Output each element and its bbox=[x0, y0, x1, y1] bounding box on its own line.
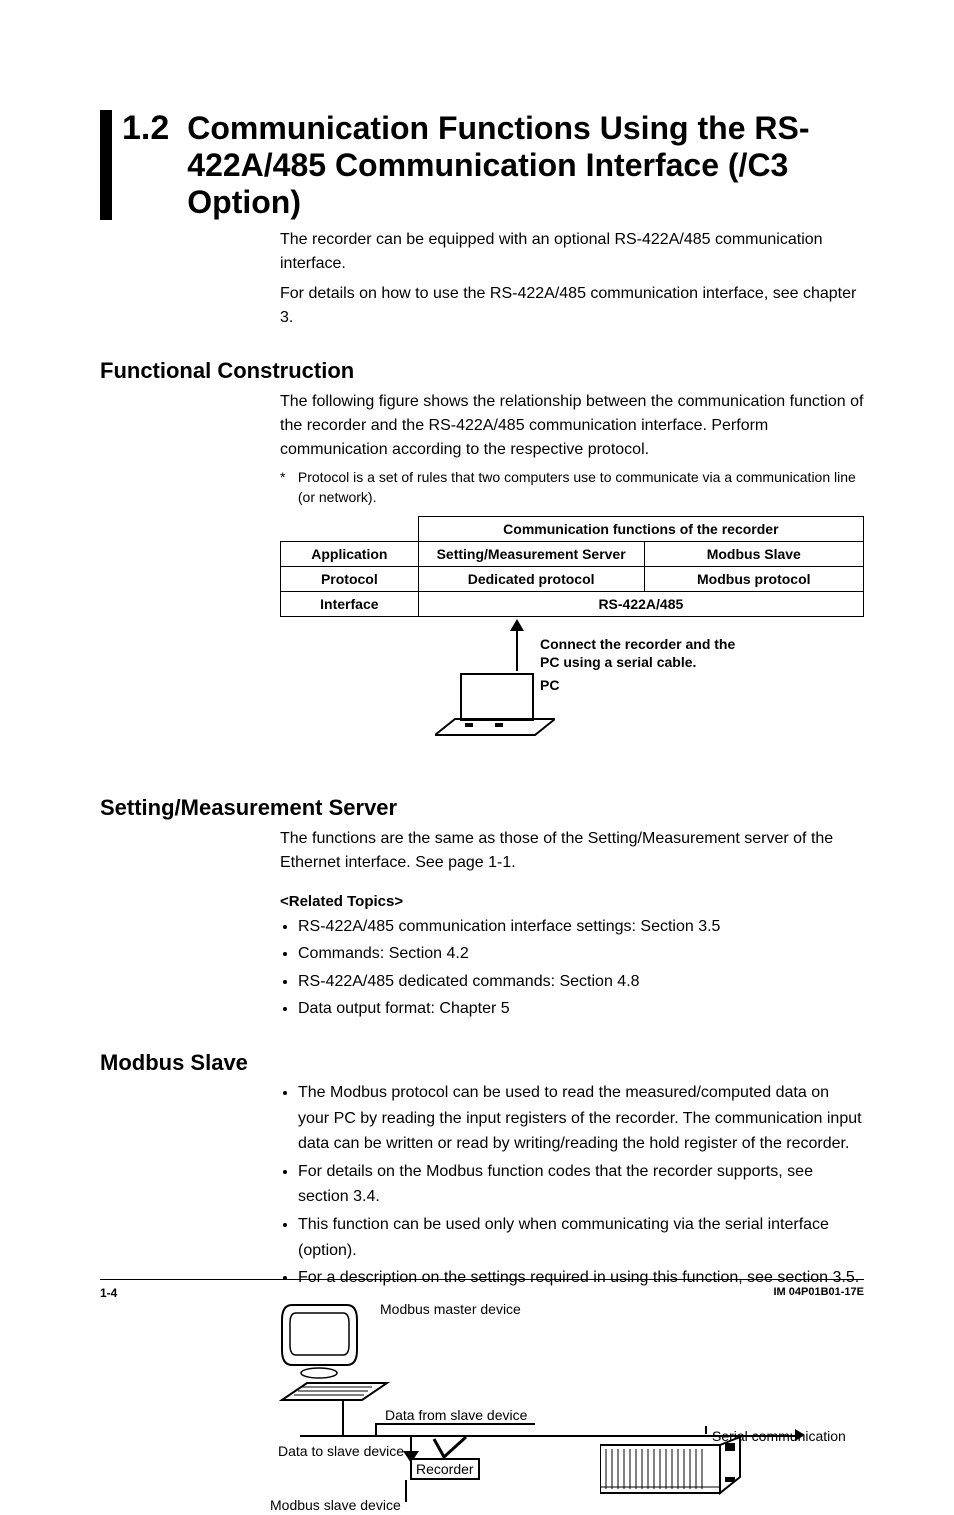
list-item: RS-422A/485 communication interface sett… bbox=[298, 914, 864, 940]
related-topics-list: RS-422A/485 communication interface sett… bbox=[280, 914, 864, 1022]
intro-paragraph-1: The recorder can be equipped with an opt… bbox=[280, 228, 864, 276]
pc-keyboard-icon bbox=[435, 717, 555, 737]
section-title: Communication Functions Using the RS-422… bbox=[187, 110, 864, 220]
list-item: For details on the Modbus function codes… bbox=[298, 1159, 864, 1210]
line-icon bbox=[375, 1423, 535, 1425]
arrow-up-icon bbox=[510, 619, 524, 631]
list-item: Data output format: Chapter 5 bbox=[298, 996, 864, 1022]
section-heading: 1.2 Communication Functions Using the RS… bbox=[100, 110, 864, 220]
pc-label: PC bbox=[540, 677, 559, 693]
connect-label-line2: PC using a serial cable. bbox=[540, 654, 696, 670]
list-item: Commands: Section 4.2 bbox=[298, 941, 864, 967]
intro-paragraph-2: For details on how to use the RS-422A/48… bbox=[280, 282, 864, 330]
modbus-bullets: The Modbus protocol can be used to read … bbox=[280, 1080, 864, 1291]
list-item: The Modbus protocol can be used to read … bbox=[298, 1080, 864, 1157]
arrow-right-icon bbox=[795, 1429, 805, 1441]
line-icon bbox=[342, 1400, 344, 1435]
doc-id: IM 04P01B01-17E bbox=[774, 1286, 865, 1300]
line-icon bbox=[705, 1426, 707, 1434]
line-icon bbox=[405, 1480, 407, 1502]
table-row-label: Application bbox=[281, 541, 419, 566]
table-cell: Dedicated protocol bbox=[418, 566, 644, 591]
diagram-pc-connection: Connect the recorder and the PC using a … bbox=[280, 617, 864, 767]
heading-setting-measurement-server: Setting/Measurement Server bbox=[100, 795, 864, 821]
connector-icon bbox=[430, 1435, 470, 1465]
diagram-modbus: Modbus master device Data from slave dev… bbox=[280, 1295, 864, 1515]
list-item: This function can be used only when comm… bbox=[298, 1212, 864, 1263]
table-cell: Modbus protocol bbox=[644, 566, 863, 591]
pc-screen-icon bbox=[460, 673, 534, 721]
label-from-slave: Data from slave device bbox=[385, 1407, 527, 1423]
label-master-device: Modbus master device bbox=[380, 1301, 521, 1317]
related-topics-heading: <Related Topics> bbox=[280, 893, 864, 910]
footnote: * Protocol is a set of rules that two co… bbox=[280, 468, 864, 507]
heading-modbus-slave: Modbus Slave bbox=[100, 1050, 864, 1076]
section-number: 1.2 bbox=[122, 110, 187, 147]
table-cell: Modbus Slave bbox=[644, 541, 863, 566]
list-item: RS-422A/485 dedicated commands: Section … bbox=[298, 969, 864, 995]
table-cell: Setting/Measurement Server bbox=[418, 541, 644, 566]
table-header-span: Communication functions of the recorder bbox=[418, 516, 863, 541]
table-cell: RS-422A/485 bbox=[418, 591, 863, 616]
page-footer: 1-4 IM 04P01B01-17E bbox=[100, 1279, 864, 1300]
footnote-text: Protocol is a set of rules that two comp… bbox=[298, 468, 864, 507]
connect-label-line1: Connect the recorder and the bbox=[540, 636, 735, 652]
table-row-label: Protocol bbox=[281, 566, 419, 591]
recorder-device-icon bbox=[600, 1437, 760, 1497]
label-to-slave: Data to slave device bbox=[278, 1443, 404, 1459]
heading-functional-construction: Functional Construction bbox=[100, 358, 864, 384]
functional-body: The following figure shows the relations… bbox=[280, 390, 864, 462]
footnote-star: * bbox=[280, 468, 294, 488]
table-row-label: Interface bbox=[281, 591, 419, 616]
connect-label: Connect the recorder and the PC using a … bbox=[540, 635, 735, 671]
page-number: 1-4 bbox=[100, 1286, 117, 1300]
setting-body: The functions are the same as those of t… bbox=[280, 827, 864, 875]
heading-bar bbox=[100, 110, 112, 220]
communication-table: Communication functions of the recorder … bbox=[280, 516, 864, 617]
label-slave-device: Modbus slave device bbox=[270, 1497, 401, 1513]
